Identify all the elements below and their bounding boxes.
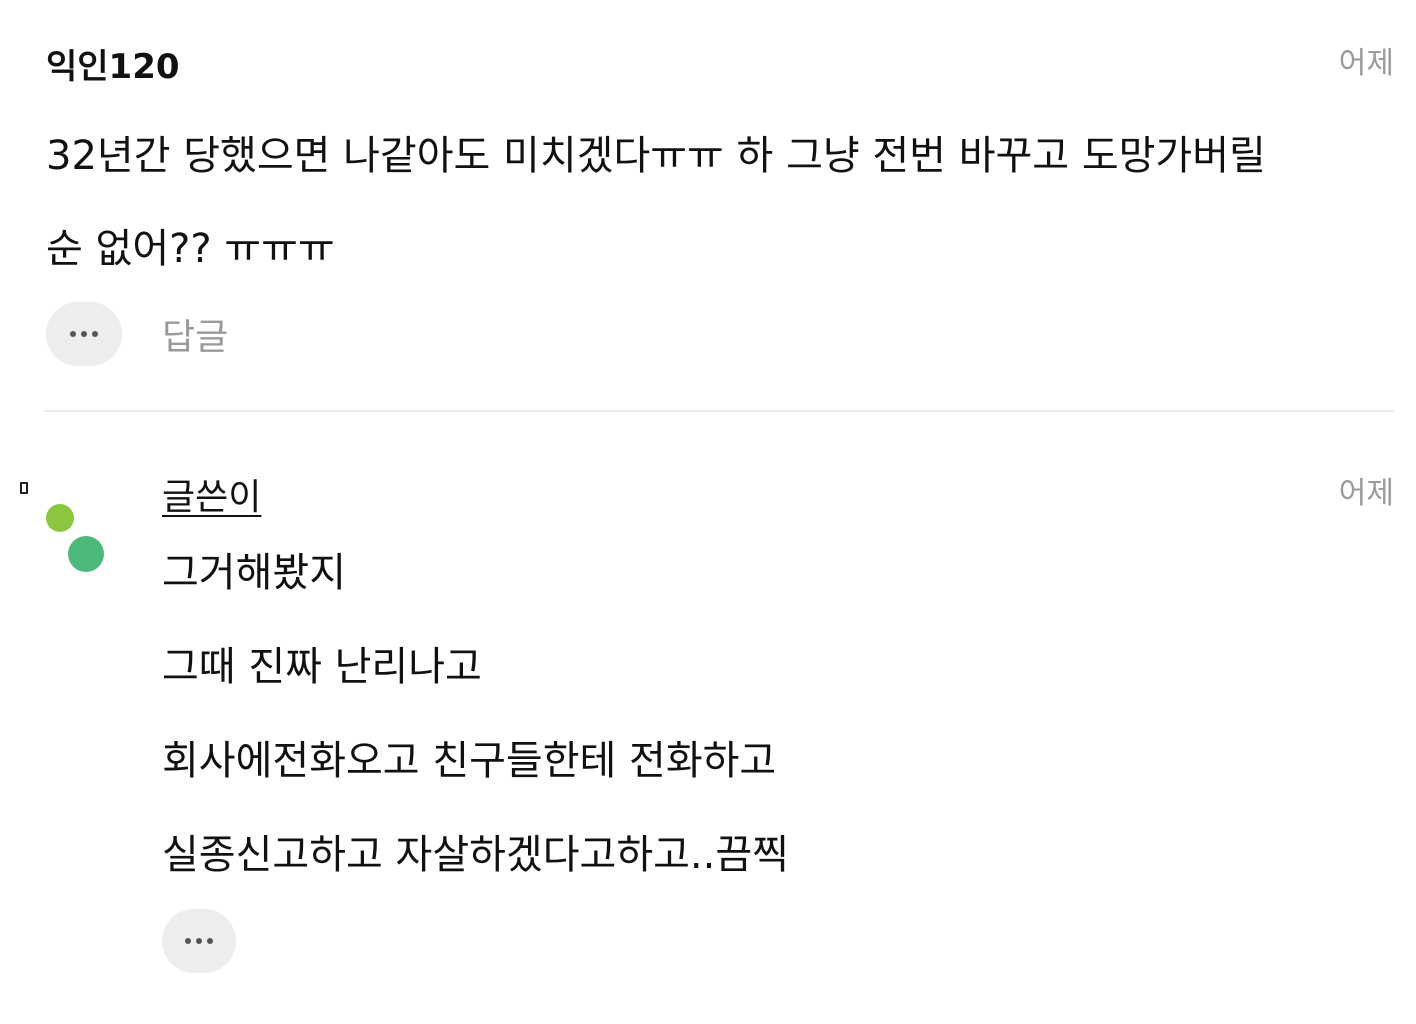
reply-author[interactable]: 글쓴이 [162, 470, 261, 526]
avatar-dot-small [46, 504, 74, 532]
reply-indicator-icon [20, 482, 28, 494]
comment-thread: 익인120 어제 32년간 당했으면 나같아도 미치겠다ㅠㅠ 하 그냥 전번 바… [0, 0, 1416, 1024]
comment-header: 익인120 어제 [46, 36, 1394, 102]
reply-text-line: 그거해봤지 [162, 550, 346, 596]
reply-header: 글쓴이 어제 [162, 470, 1394, 530]
reply-button[interactable]: 답글 [162, 308, 228, 360]
comment-timestamp: 어제 [1338, 46, 1394, 81]
avatar [44, 502, 108, 574]
comment-actions: 답글 [46, 299, 1394, 369]
reply-comment: 글쓴이 어제 그거해봤지 그때 진짜 난리나고 회사에전화오고 친구들한테 전화… [162, 470, 1394, 976]
more-icon [185, 938, 213, 944]
more-icon [70, 331, 98, 337]
reply-actions [162, 906, 1394, 976]
comment-author[interactable]: 익인120 [46, 34, 180, 100]
more-options-button[interactable] [162, 909, 236, 973]
reply-timestamp: 어제 [1338, 476, 1394, 511]
more-options-button[interactable] [46, 302, 122, 366]
comment-text-line: 순 없어?? ㅠㅠㅠ [46, 226, 335, 272]
reply-text-line: 그때 진짜 난리나고 [162, 644, 482, 690]
comment: 익인120 어제 32년간 당했으면 나같아도 미치겠다ㅠㅠ 하 그냥 전번 바… [46, 36, 1394, 369]
reply-body: 그거해봤지 그때 진짜 난리나고 회사에전화오고 친구들한테 전화하고 실종신고… [162, 526, 1394, 902]
comment-text-line: 32년간 당했으면 나같아도 미치겠다ㅠㅠ 하 그냥 전번 바꾸고 도망가버릴 [46, 133, 1266, 179]
reply-text-line: 실종신고하고 자살하겠다고하고..끔찍 [162, 832, 789, 878]
comment-body: 32년간 당했으면 나같아도 미치겠다ㅠㅠ 하 그냥 전번 바꾸고 도망가버릴 … [46, 110, 1394, 296]
divider [44, 410, 1394, 412]
reply-text-line: 회사에전화오고 친구들한테 전화하고 [162, 738, 777, 784]
avatar-dot-large [68, 536, 104, 572]
